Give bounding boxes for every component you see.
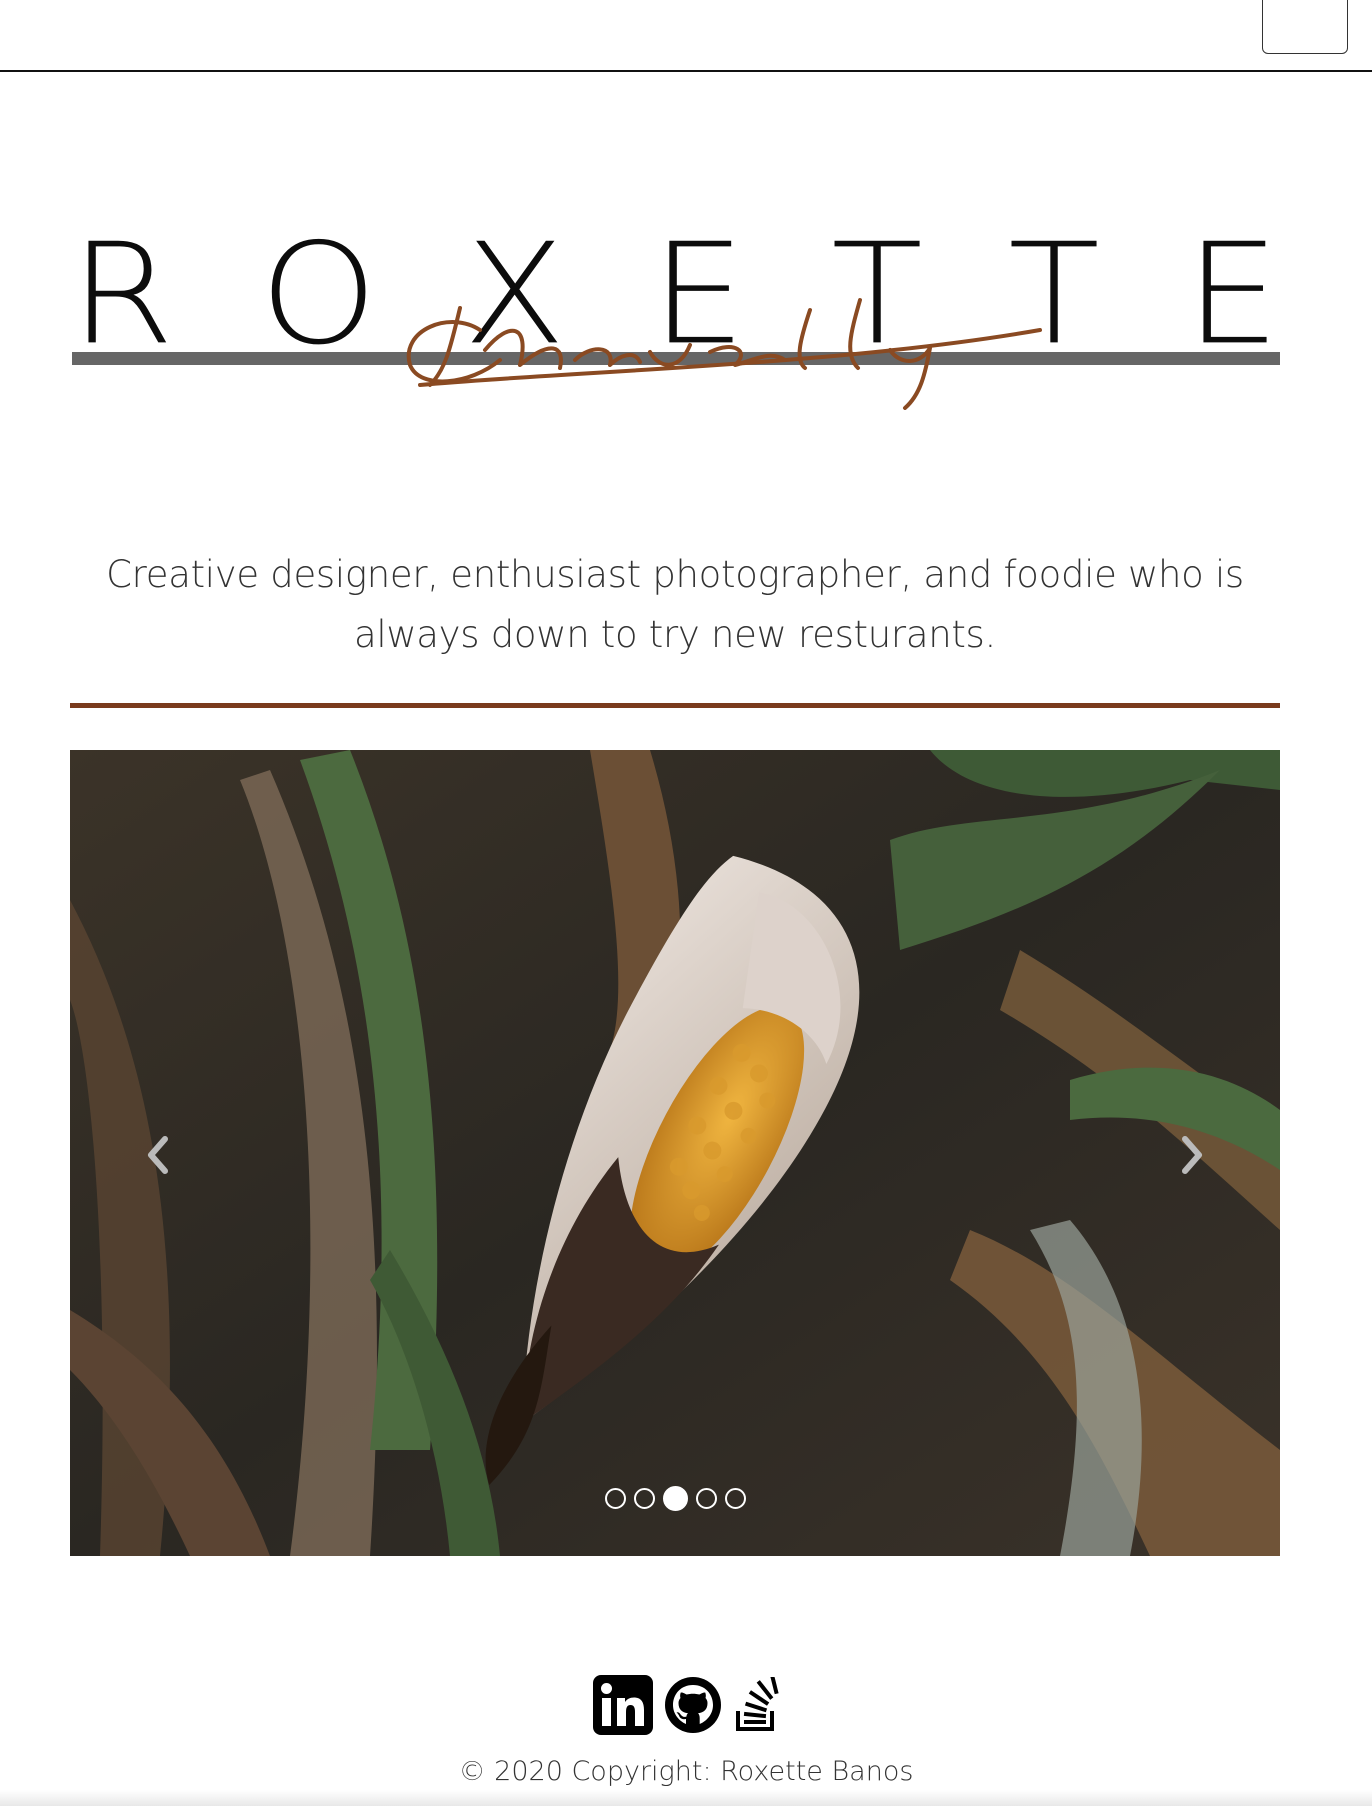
carousel-indicators (70, 1483, 1280, 1513)
carousel-indicator[interactable] (695, 1487, 717, 1509)
carousel-indicator[interactable] (604, 1487, 626, 1509)
logo-script-signature (406, 298, 1042, 410)
carousel-next-button[interactable] (1152, 1110, 1232, 1200)
navbar (0, 0, 1372, 72)
linkedin-icon (593, 1675, 653, 1735)
github-icon (665, 1677, 721, 1733)
section-divider (70, 703, 1280, 708)
stackoverflow-icon (736, 1677, 779, 1731)
site-logo: R O X E T T E (70, 220, 1280, 410)
social-links (0, 1672, 1372, 1738)
carousel-indicator[interactable] (724, 1487, 746, 1509)
logo-letter: E (1185, 214, 1280, 376)
corn-photo (70, 750, 1280, 1556)
chevron-right-icon (1182, 1136, 1202, 1174)
carousel-indicator[interactable] (633, 1487, 655, 1509)
photo-carousel[interactable] (70, 750, 1280, 1556)
tagline: Creative designer, enthusiast photograph… (106, 553, 1244, 656)
linkedin-link[interactable] (592, 1674, 654, 1736)
logo-letter: R (70, 214, 175, 376)
stackoverflow-link[interactable] (732, 1677, 780, 1733)
chevron-left-icon (148, 1136, 168, 1174)
carousel-prev-button[interactable] (118, 1110, 198, 1200)
footer-copyright: © 2020 Copyright: Roxette Banos (458, 1756, 914, 1787)
carousel-indicator-active[interactable] (662, 1485, 688, 1511)
logo-letter: O (259, 214, 378, 376)
github-link[interactable] (664, 1676, 722, 1734)
bottom-edge (0, 1790, 1372, 1806)
navbar-toggle-button[interactable] (1262, 0, 1348, 54)
